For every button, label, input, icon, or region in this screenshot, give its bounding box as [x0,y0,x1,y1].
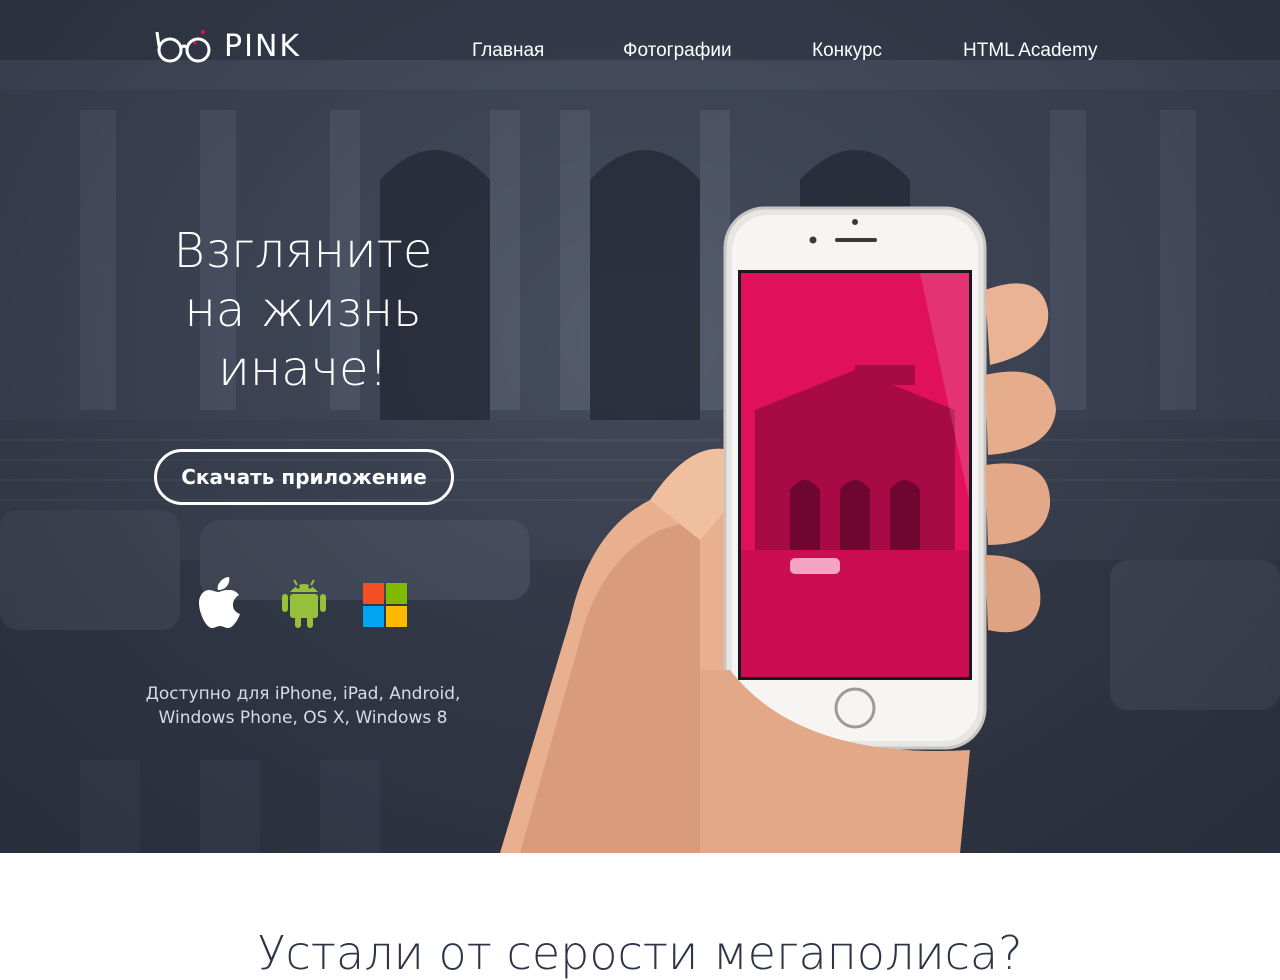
nav-item-html-academy[interactable]: HTML Academy [963,40,1097,62]
apple-icon[interactable] [198,576,248,630]
android-icon[interactable] [279,576,329,630]
hero-section: PINK Главная Фотографии Конкурс HTML Aca… [0,0,1280,853]
hero-headline: Взгляните на жизнь иначе! [140,222,466,399]
glasses-logo-icon [155,30,211,63]
headline-line: иначе! [218,341,388,397]
download-app-button[interactable]: Скачать приложение [154,449,454,505]
windows-icon[interactable] [361,576,411,630]
logo-text: PINK [224,28,302,64]
availability-line: Доступно для iPhone, iPad, Android, [145,684,461,704]
nav-item-contest[interactable]: Конкурс [812,40,882,62]
site-header: PINK Главная Фотографии Конкурс HTML Aca… [0,0,1280,110]
nav-item-home[interactable]: Главная [472,40,544,62]
headline-line: на жизнь [184,282,422,338]
availability-line: Windows Phone, OS X, Windows 8 [158,708,448,728]
hand-phone-illustration [500,206,1056,853]
section-title: Устали от серости мегаполиса? [257,926,1023,980]
nav-item-photos[interactable]: Фотографии [623,40,732,62]
availability-text: Доступно для iPhone, iPad, Android, Wind… [140,682,466,730]
logo-link[interactable]: PINK [154,26,301,66]
headline-line: Взгляните [173,223,433,279]
